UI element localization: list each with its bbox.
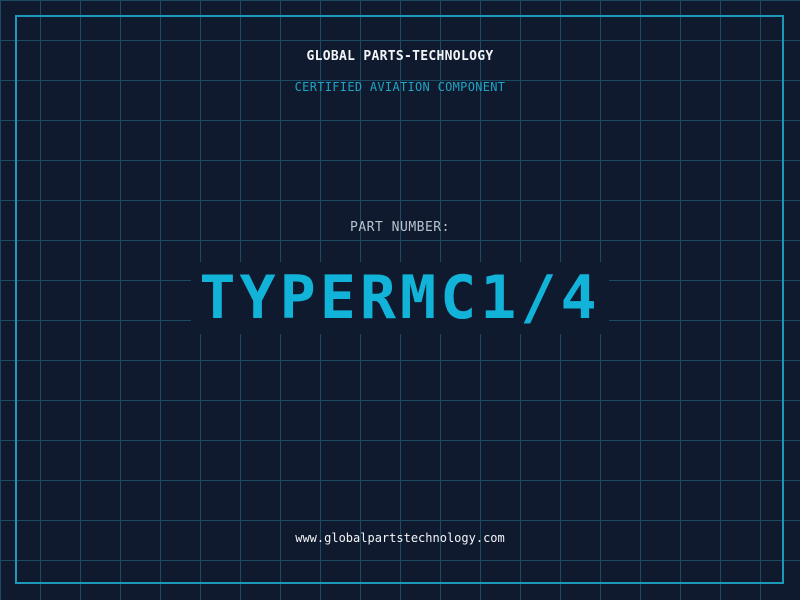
part-label-card: GLOBAL PARTS-TECHNOLOGY CERTIFIED AVIATI… bbox=[0, 0, 800, 600]
company-name: GLOBAL PARTS-TECHNOLOGY bbox=[306, 49, 494, 64]
part-number-value: TYPERMC1/4 bbox=[191, 262, 609, 334]
website-url: www.globalpartstechnology.com bbox=[295, 531, 505, 545]
part-number-label: PART NUMBER: bbox=[350, 220, 450, 235]
certification-subtitle: CERTIFIED AVIATION COMPONENT bbox=[294, 80, 506, 94]
part-number-container: TYPERMC1/4 bbox=[0, 262, 800, 334]
